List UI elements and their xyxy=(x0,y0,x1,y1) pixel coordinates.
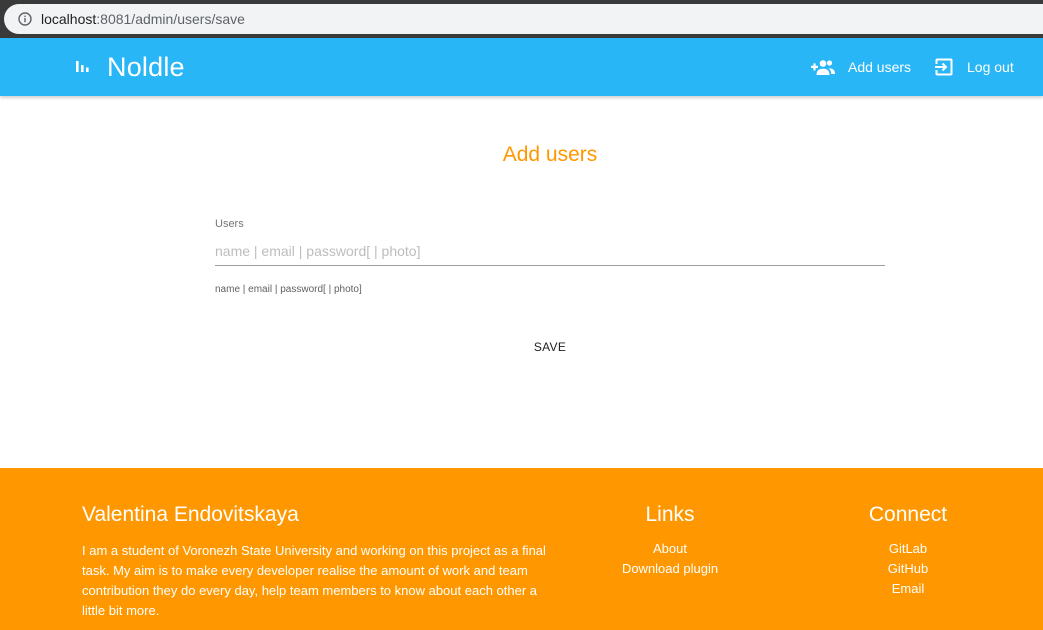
users-input[interactable] xyxy=(215,236,885,266)
brand-link[interactable]: Noldle xyxy=(74,38,185,96)
browser-toolbar: localhost:8081/admin/users/save xyxy=(0,0,1043,38)
url-text[interactable]: localhost:8081/admin/users/save xyxy=(41,11,245,27)
url-path: :8081/admin/users/save xyxy=(96,11,245,27)
group-add-icon xyxy=(811,59,835,75)
bar-chart-icon xyxy=(74,59,90,75)
users-field-label: Users xyxy=(215,218,244,230)
footer-connect-heading: Connect xyxy=(868,503,948,526)
footer-links-heading: Links xyxy=(645,503,695,526)
footer-link-download-plugin[interactable]: Download plugin xyxy=(590,559,750,579)
footer-author-name: Valentina Endovitskaya xyxy=(82,503,299,526)
address-bar[interactable]: localhost:8081/admin/users/save xyxy=(4,4,1043,34)
nav-add-users[interactable]: Add users xyxy=(811,38,911,96)
users-field-helper: name | email | password[ | photo] xyxy=(215,284,362,295)
footer-link-gitlab[interactable]: GitLab xyxy=(828,539,988,559)
info-icon[interactable] xyxy=(18,12,32,26)
url-host: localhost xyxy=(41,11,97,27)
nav-add-users-label: Add users xyxy=(848,59,912,75)
footer-link-about[interactable]: About xyxy=(590,539,750,559)
footer-link-email[interactable]: Email xyxy=(828,579,988,599)
page-title: Add users xyxy=(502,143,598,166)
brand-name: Noldle xyxy=(107,51,185,82)
nav-log-out[interactable]: Log out xyxy=(934,38,1014,96)
footer-connect-column: Connect GitLab GitHub Email xyxy=(828,503,988,599)
footer-link-github[interactable]: GitHub xyxy=(828,559,988,579)
footer-links-column: Links About Download plugin xyxy=(590,503,750,579)
footer-bio: I am a student of Voronezh State Univers… xyxy=(82,543,546,618)
app-header: Noldle Add users Log out xyxy=(0,38,1043,96)
save-button[interactable]: SAVE xyxy=(510,334,590,360)
nav-log-out-label: Log out xyxy=(967,59,1014,75)
exit-icon xyxy=(934,57,954,77)
footer: Valentina Endovitskaya I am a student of… xyxy=(0,468,1043,630)
